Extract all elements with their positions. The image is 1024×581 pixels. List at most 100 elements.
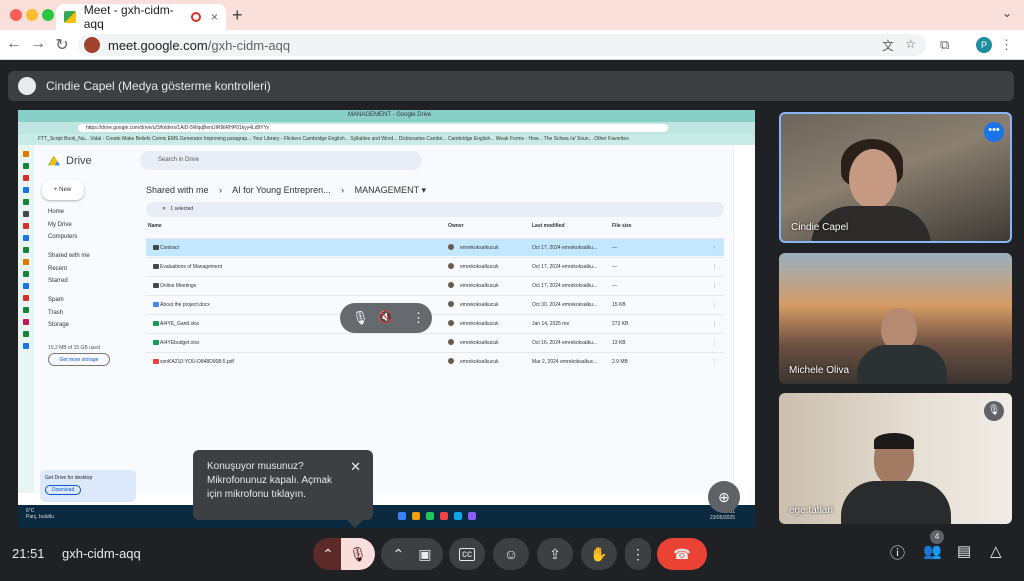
column-header: Last modified — [532, 223, 565, 229]
extensions-icon[interactable]: ⧉ — [940, 37, 949, 53]
owner-avatar — [448, 263, 454, 269]
captions-button[interactable]: cc — [449, 538, 485, 570]
cell-size: 2.9 MB — [612, 359, 628, 365]
owner-avatar — [448, 320, 454, 326]
drive-promo-download-button: Download — [45, 485, 82, 495]
translate-icon[interactable]: 文 — [882, 37, 894, 54]
selection-count: 1 selected — [170, 206, 194, 212]
browser-tab-meet[interactable]: Meet - gxh-cidm-aqq × — [56, 3, 226, 31]
owner-avatar — [448, 244, 454, 250]
tile-more-options-icon[interactable]: ••• — [984, 122, 1004, 142]
audio-options-chevron-icon[interactable]: ⌃ — [313, 538, 343, 570]
drive-nav-my-drive: My Drive — [48, 222, 72, 228]
table-row: Evaluations of Management emrekoksalkucuk… — [146, 257, 724, 275]
drive-nav-shared: Shared with me — [48, 253, 90, 259]
tab-search-chevron-icon[interactable]: ⌄ — [1002, 6, 1012, 20]
site-info-icon[interactable] — [84, 37, 100, 53]
mic-toggle-button[interactable]: 🎙 — [341, 538, 375, 570]
table-row: Online Meetings emrekoksalkucuk Oct 17, 20… — [146, 276, 724, 294]
emoji-icon: ☺ — [503, 546, 519, 562]
shared-toolbar: https://drive.google.com/drive/u/3/folde… — [18, 122, 755, 134]
presenter-label: Cindie Capel (Medya gösterme kontrolleri… — [46, 79, 271, 93]
mic-reminder-toast: Konuşuyor musunuz? Mikrofonunuz kapalı. … — [193, 450, 373, 528]
more-options-icon[interactable]: ⋮ — [412, 310, 425, 326]
meeting-info-icon[interactable]: ⓘ — [890, 542, 905, 563]
reactions-button[interactable]: ☺ — [493, 538, 529, 570]
drive-promo-title: Get Drive for desktop — [45, 475, 93, 481]
people-icon[interactable]: 👥 — [923, 542, 942, 560]
cell-owner: emrekoksalkucuk — [460, 283, 499, 289]
people-count-badge: 4 — [930, 530, 944, 544]
cell-owner: emrekoksalkucuk — [460, 359, 499, 365]
cell-modified: Mar 2, 2024 emrekoksalkuc... — [532, 359, 598, 365]
cell-owner: emrekoksalkucuk — [460, 340, 499, 346]
maximize-window-button[interactable] — [42, 9, 54, 21]
drive-logo-icon — [48, 155, 60, 166]
close-window-button[interactable] — [10, 9, 22, 21]
meeting-clock: 21:51 — [12, 546, 45, 561]
meeting-code: gxh-cidm-aqq — [62, 546, 141, 561]
drive-search-input: Search in Drive — [140, 151, 422, 170]
more-options-button[interactable]: ⋮ — [625, 538, 651, 570]
weather-widget: 6°C Parç. bulutlu — [26, 508, 54, 520]
xlsx-file-icon — [153, 321, 159, 326]
profile-avatar[interactable]: P — [976, 37, 992, 53]
participant-tile-ege[interactable]: 🎙 ege.tatlari — [779, 393, 1012, 524]
drive-nav-starred: Starred — [48, 278, 68, 284]
minimize-window-button[interactable] — [26, 9, 38, 21]
address-bar[interactable]: meet.google.com /gxh-cidm-aqq 文 ☆ — [78, 34, 926, 56]
tab-close-icon[interactable]: × — [211, 10, 218, 24]
row-more-icon: ⋮ — [712, 245, 717, 251]
shared-tab-title: MANAGEMENT - Google Drive — [348, 112, 432, 118]
bookmark-star-icon[interactable]: ☆ — [905, 37, 916, 51]
row-more-icon: ⋮ — [712, 302, 717, 308]
cell-size: 13 KB — [612, 340, 626, 346]
cell-modified: Oct 16, 2024 emrekoksalku... — [532, 340, 598, 346]
shared-right-rail — [733, 145, 755, 493]
drive-get-storage-button: Get more storage — [48, 353, 110, 366]
participant-name: Michele Oliva — [789, 365, 850, 376]
column-header: File size — [612, 223, 632, 229]
more-vert-icon: ⋮ — [631, 545, 645, 562]
new-tab-button[interactable]: + — [232, 5, 243, 26]
taskbar-date: 23/05/2025 — [709, 515, 735, 521]
drive-breadcrumb: Shared with me › AI for Young Entrepren.… — [146, 185, 427, 195]
browser-menu-icon[interactable]: ⋮ — [1000, 37, 1013, 53]
activities-icon[interactable]: △ — [990, 542, 1002, 560]
meet-favicon-icon — [64, 11, 76, 23]
drive-logo: Drive — [48, 155, 92, 167]
row-more-icon: ⋮ — [712, 264, 717, 270]
participant-tile-michele[interactable]: Michele Oliva — [779, 253, 1012, 384]
drive-nav-home: Home — [48, 209, 65, 215]
toast-body: Mikrofonunuz kapalı. Açmak için mikrofon… — [207, 475, 333, 500]
weather-desc: Parç. bulutlu — [26, 514, 54, 520]
zoom-icon[interactable]: ⊕ — [708, 481, 740, 513]
back-arrow-icon[interactable]: ← — [4, 35, 24, 53]
cell-size: — — [612, 245, 617, 251]
cell-owner: emrekoksalkucuk — [460, 321, 499, 327]
mic-off-icon[interactable]: 🎙 — [352, 310, 369, 326]
chevron-up-icon[interactable]: ⌃ — [393, 546, 405, 563]
cell-name: Online Meetings — [160, 283, 197, 289]
owner-avatar — [448, 282, 454, 288]
table-row: AI4YE_Gantt.xlsx emrekoksalkucuk Jan 14, 2… — [146, 314, 724, 332]
folder-icon — [153, 283, 159, 288]
cell-name: Evaluations of Management — [160, 264, 222, 270]
url-path: /gxh-cidm-aqq — [207, 37, 291, 53]
leave-call-button[interactable]: ☎ — [657, 538, 707, 570]
url-domain: meet.google.com — [108, 37, 208, 53]
camera-toggle-button[interactable]: ⌃ ▣ — [381, 538, 443, 570]
recording-indicator-icon — [191, 12, 201, 22]
table-row: About the project.docx emrekoksalkucuk Oct… — [146, 295, 724, 313]
drive-storage-text: 15.2 MB of 15 GB used — [48, 345, 100, 351]
cell-modified: Oct 17, 2024 emrekoksalku... — [532, 245, 598, 251]
sound-off-icon[interactable]: 🔇 — [378, 310, 393, 324]
forward-arrow-icon[interactable]: → — [28, 35, 48, 53]
toast-close-icon[interactable]: ✕ — [350, 460, 361, 474]
present-screen-button[interactable]: ⇪ — [537, 538, 573, 570]
participant-name: Cindie Capel — [791, 222, 849, 233]
chat-icon[interactable]: ▤ — [957, 542, 971, 560]
reload-icon[interactable]: ↻ — [52, 35, 72, 55]
raise-hand-button[interactable]: ✋ — [581, 538, 617, 570]
participant-tile-cindie[interactable]: ••• Cindie Capel — [779, 112, 1012, 243]
